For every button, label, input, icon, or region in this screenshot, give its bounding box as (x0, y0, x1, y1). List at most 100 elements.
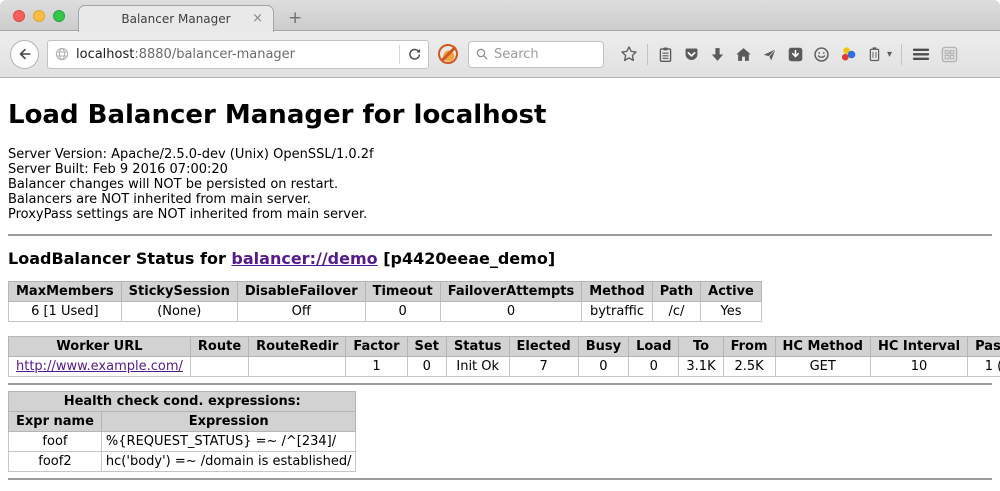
column-header: Passes (968, 337, 1000, 357)
cell-expression: %{REQUEST_STATUS} =~ /^[234]/ (101, 432, 356, 452)
column-header: Worker URL (9, 337, 191, 357)
extension-dots-icon[interactable] (839, 45, 858, 64)
home-icon[interactable] (735, 46, 752, 63)
column-header: Load (629, 337, 679, 357)
new-tab-button[interactable]: + (288, 8, 302, 28)
table-row: foof %{REQUEST_STATUS} =~ /^[234]/ (9, 432, 356, 452)
url-path: :8880/balancer-manager (134, 47, 295, 62)
cell-routeredir (249, 357, 346, 377)
note-line: ProxyPass settings are NOT inherited fro… (8, 207, 992, 222)
search-input[interactable]: Search (468, 41, 604, 68)
balancer-status-table: MaxMembers StickySession DisableFailover… (8, 281, 762, 322)
column-header: Route (190, 337, 248, 357)
column-header: Expr name (9, 412, 102, 432)
column-header: Busy (578, 337, 628, 357)
worker-url-link[interactable]: http://www.example.com/ (16, 359, 183, 374)
health-table-title: Health check cond. expressions: (9, 392, 356, 412)
table-row: 6 [1 Used] (None) Off 0 0 bytraffic /c/ … (9, 302, 762, 322)
search-placeholder: Search (494, 47, 539, 62)
balancer-status-heading: LoadBalancer Status for balancer://demo … (8, 249, 992, 268)
back-arrow-icon (17, 46, 33, 62)
reload-icon[interactable] (407, 47, 422, 62)
page-title: Load Balancer Manager for localhost (8, 78, 992, 130)
content-blocked-icon[interactable] (438, 44, 458, 64)
cell-to: 3.1K (679, 357, 723, 377)
download-arrow-icon[interactable] (709, 46, 726, 63)
column-header: Set (407, 337, 446, 357)
cell-status: Init Ok (446, 357, 509, 377)
pocket-icon[interactable] (683, 46, 700, 63)
table-header-row: MaxMembers StickySession DisableFailover… (9, 282, 762, 302)
container-icon[interactable] (867, 46, 882, 63)
url-domain: localhost (76, 47, 134, 62)
search-icon (475, 47, 489, 61)
column-header: Expression (101, 412, 356, 432)
tab-balancer-manager[interactable]: Balancer Manager × (78, 5, 274, 32)
note-line: Balancers are NOT inherited from main se… (8, 192, 992, 207)
balancer-link[interactable]: balancer://demo (231, 249, 377, 268)
worker-status-table: Worker URL Route RouteRedir Factor Set S… (8, 336, 1000, 377)
back-button[interactable] (10, 40, 39, 69)
column-header: Timeout (365, 282, 440, 302)
section-divider (8, 234, 992, 236)
cell-expr-name: foof (9, 432, 102, 452)
cell-set: 0 (407, 357, 446, 377)
cell-passes: 1 (0) (968, 357, 1000, 377)
feedback-smiley-icon[interactable] (813, 46, 830, 63)
cell-expression: hc('body') =~ /domain is established/ (101, 452, 356, 472)
cell-path: /c/ (652, 302, 700, 322)
reading-list-icon[interactable] (657, 46, 674, 63)
note-line: Balancer changes will NOT be persisted o… (8, 177, 992, 192)
cell-stickysession: (None) (121, 302, 237, 322)
cell-elected: 7 (509, 357, 578, 377)
column-header: Active (701, 282, 762, 302)
zoom-window-button[interactable] (53, 10, 65, 22)
column-header: Method (582, 282, 652, 302)
column-header: DisableFailover (237, 282, 365, 302)
send-plane-icon[interactable] (761, 46, 778, 63)
cell-disablefailover: Off (237, 302, 365, 322)
column-header: RouteRedir (249, 337, 346, 357)
cell-route (190, 357, 248, 377)
browser-window: Balancer Manager × + localhost:8880/bala… (0, 0, 1000, 491)
close-window-button[interactable] (13, 10, 25, 22)
cell-maxmembers: 6 [1 Used] (9, 302, 122, 322)
table-row: foof2 hc('body') =~ /domain is establish… (9, 452, 356, 472)
toolbar-icons: ▾ (620, 44, 959, 65)
cell-factor: 1 (346, 357, 407, 377)
cell-hc-method: GET (775, 357, 870, 377)
tab-groups-icon[interactable] (940, 45, 959, 64)
downloads-panel-icon[interactable] (787, 46, 804, 63)
close-tab-icon[interactable]: × (252, 11, 263, 26)
section-divider (8, 383, 992, 385)
url-text[interactable]: localhost:8880/balancer-manager (76, 47, 392, 62)
table-header-row: Expr name Expression (9, 412, 356, 432)
worker-row: http://www.example.com/ 1 0 Init Ok 7 0 … (9, 357, 1000, 377)
cell-from: 2.5K (723, 357, 775, 377)
column-header: FailoverAttempts (440, 282, 582, 302)
table-header-row: Worker URL Route RouteRedir Factor Set S… (9, 337, 1000, 357)
column-header: Status (446, 337, 509, 357)
tab-bar: Balancer Manager × + (0, 0, 1000, 31)
heading-suffix: [p4420eeae_demo] (378, 249, 556, 268)
cell-failoverattempts: 0 (440, 302, 582, 322)
urlbar-divider (399, 45, 400, 64)
column-header: Elected (509, 337, 578, 357)
chevron-down-icon[interactable]: ▾ (887, 49, 892, 60)
url-bar[interactable]: localhost:8880/balancer-manager (47, 40, 429, 69)
column-header: MaxMembers (9, 282, 122, 302)
health-check-table: Health check cond. expressions: Expr nam… (8, 391, 356, 472)
navigation-toolbar: localhost:8880/balancer-manager Search ▾ (0, 31, 1000, 78)
cell-load: 0 (629, 357, 679, 377)
server-info: Server Version: Apache/2.5.0-dev (Unix) … (8, 147, 992, 222)
cell-busy: 0 (578, 357, 628, 377)
column-header: From (723, 337, 775, 357)
cell-expr-name: foof2 (9, 452, 102, 472)
menu-hamburger-icon[interactable] (911, 45, 931, 63)
server-version-line: Server Version: Apache/2.5.0-dev (Unix) … (8, 147, 992, 162)
server-built-line: Server Built: Feb 9 2016 07:00:20 (8, 162, 992, 177)
cell-hc-interval: 10 (870, 357, 967, 377)
column-header: To (679, 337, 723, 357)
minimize-window-button[interactable] (33, 10, 45, 22)
bookmark-star-icon[interactable] (620, 45, 638, 63)
